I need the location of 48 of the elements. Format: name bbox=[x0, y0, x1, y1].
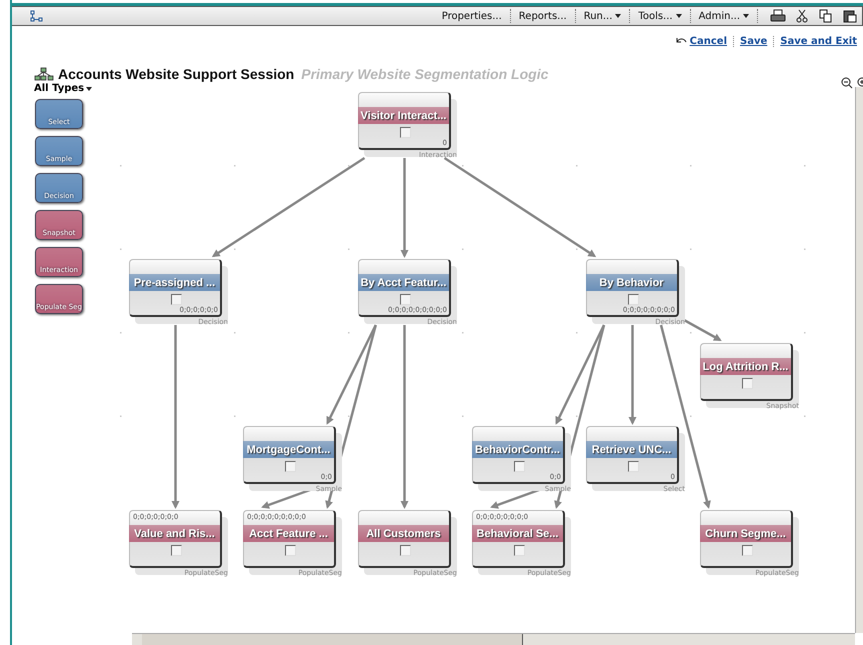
node-title: Retrieve UNC... bbox=[586, 441, 677, 458]
caret-icon bbox=[743, 14, 749, 18]
node-title: Pre-assigned ... bbox=[129, 274, 220, 291]
menu-button[interactable]: Tools... bbox=[630, 9, 691, 23]
node-checkbox[interactable] bbox=[514, 545, 525, 556]
node-title: Churn Segme... bbox=[700, 525, 791, 542]
node-checkbox[interactable] bbox=[742, 378, 753, 389]
node-title: Visitor Interact... bbox=[358, 107, 449, 124]
node-title: Log Attrition R... bbox=[700, 358, 791, 375]
type-filter-dropdown[interactable]: All Types bbox=[34, 83, 92, 94]
action-link[interactable]: Cancel bbox=[670, 36, 733, 46]
app-logo-icon[interactable] bbox=[30, 10, 44, 22]
zoom-in-icon[interactable] bbox=[857, 77, 863, 89]
node-title: MortgageCont... bbox=[243, 441, 334, 458]
menu-button[interactable]: Reports... bbox=[510, 9, 576, 23]
caret-icon bbox=[86, 86, 92, 90]
menu-button[interactable]: Properties... bbox=[434, 9, 511, 23]
horizontal-scrollbar[interactable] bbox=[132, 633, 855, 645]
node-checkbox[interactable] bbox=[514, 461, 525, 472]
caret-icon bbox=[676, 14, 682, 18]
node-checkbox[interactable] bbox=[628, 461, 639, 472]
action-link[interactable]: Save bbox=[733, 36, 774, 46]
caret-icon bbox=[615, 14, 622, 18]
node-title: By Behavior bbox=[586, 274, 677, 291]
undo-icon bbox=[676, 37, 687, 45]
node-title: Value and Ris... bbox=[129, 525, 220, 542]
session-title: Accounts Website Support Session bbox=[58, 66, 294, 82]
node-checkbox[interactable] bbox=[285, 545, 296, 556]
zoom-out-icon[interactable] bbox=[841, 77, 853, 89]
flowchart-icon bbox=[34, 67, 54, 81]
node-checkbox[interactable] bbox=[400, 545, 411, 556]
node-checkbox[interactable] bbox=[171, 294, 182, 305]
vertical-scrollbar[interactable] bbox=[855, 87, 863, 633]
node-checkbox[interactable] bbox=[400, 294, 411, 305]
node-checkbox[interactable] bbox=[171, 545, 182, 556]
node-checkbox[interactable] bbox=[628, 294, 639, 305]
node-title: Behavioral Se... bbox=[472, 525, 563, 542]
node-checkbox[interactable] bbox=[742, 545, 753, 556]
menu-button[interactable]: Admin... bbox=[690, 9, 758, 23]
node-title: By Acct Featur... bbox=[358, 274, 449, 291]
node-checkbox[interactable] bbox=[285, 461, 296, 472]
node-title: BehaviorContr... bbox=[472, 441, 563, 458]
menu-button[interactable]: Run... bbox=[576, 9, 630, 23]
node-title: All Customers bbox=[358, 525, 449, 542]
action-link[interactable]: Save and Exit bbox=[773, 36, 863, 46]
session-subtitle: Primary Website Segmentation Logic bbox=[301, 66, 548, 82]
node-title: Acct Feature ... bbox=[243, 525, 334, 542]
node-checkbox[interactable] bbox=[400, 127, 411, 138]
